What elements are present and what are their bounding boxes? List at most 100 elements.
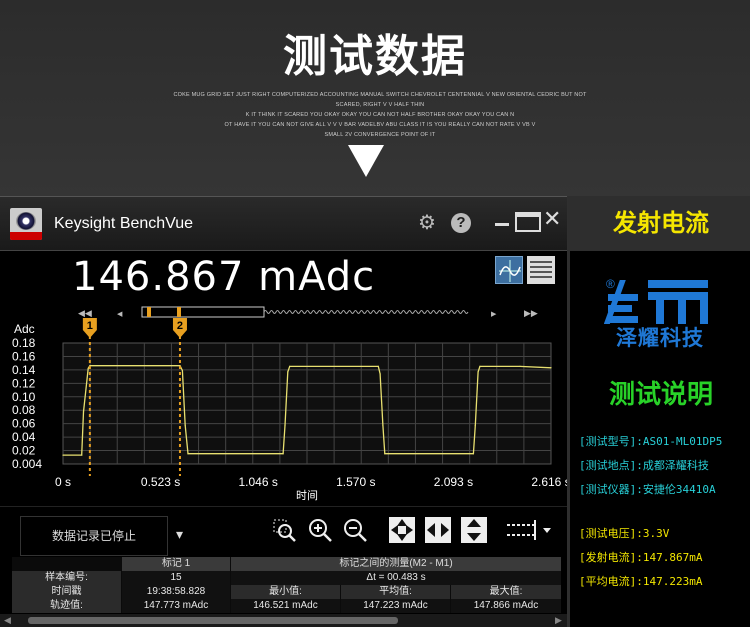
fit-horizontal-icon[interactable]: [424, 516, 452, 544]
title-bar: Keysight BenchVue ⚙ ? ✕: [0, 196, 567, 251]
trace-point: [282, 453, 284, 455]
marker-label: 1: [87, 320, 93, 332]
overview-window: [141, 306, 265, 318]
stat-value-max: 147.866 mAdc: [451, 599, 561, 613]
x-tick-label: 0.523 s: [141, 475, 180, 489]
pan-left-icon: ◀: [117, 311, 123, 318]
scroll-left-icon[interactable]: ◀: [4, 615, 11, 626]
row-value: 15: [122, 571, 230, 585]
info-panel: 发射电流 ® 泽耀科技 测试说明 [测试型号]:AS01-ML01DP5 [测试…: [568, 196, 750, 627]
y-tick-label: 0.06: [12, 417, 36, 431]
trace-chart[interactable]: ◀◀ ◀ ▶ ▶▶ 0.180.160.140.120.100.080.060.040…: [0, 296, 567, 501]
zoom-out-icon[interactable]: [341, 516, 369, 544]
x-axis-label: 时间: [296, 489, 318, 501]
y-tick-label: 0.004: [12, 457, 42, 471]
trace-point: [472, 453, 474, 455]
measurement-readout: 146.867 mAdc: [72, 254, 376, 300]
trace-point: [289, 365, 291, 367]
x-axis-ticks: 0 s 0.523 s 1.046 s 1.570 s 2.093 s 2.616 s: [55, 475, 567, 489]
app-title: Keysight BenchVue: [54, 215, 194, 232]
x-tick-label: 2.616 s: [531, 475, 567, 489]
scroll-right-icon[interactable]: ▶: [555, 615, 562, 626]
close-icon[interactable]: ✕: [543, 208, 561, 230]
delta-time: Δt = 00.483 s: [231, 571, 561, 585]
trace-point: [377, 365, 379, 367]
trace-point: [550, 367, 552, 369]
overview-marker-2: [177, 307, 181, 317]
registered-mark: ®: [606, 277, 615, 291]
marker-header: 标记 1: [122, 557, 230, 571]
trace-point: [474, 424, 476, 427]
row-value: 19:38:58.828: [122, 585, 230, 599]
banner-subtitle-line: SMALL 2V CONVERGENCE POINT OF IT: [324, 132, 436, 138]
trace-point: [62, 454, 64, 456]
y-tick-label: 0.14: [12, 363, 36, 377]
trace-point: [382, 424, 384, 427]
down-arrow-icon: [348, 145, 384, 177]
x-tick-label: 1.570 s: [336, 475, 375, 489]
y-tick-label: 0.18: [12, 336, 36, 350]
trace-point: [384, 453, 386, 455]
banner-subtitle-line: COKE MUG GRID SET JUST RIGHT COMPUTERIZE…: [173, 92, 587, 108]
between-header: 标记之间的测量(M2 - M1): [231, 557, 561, 571]
stat-value-min: 146.521 mAdc: [231, 599, 340, 613]
y-tick-label: 0.02: [12, 444, 36, 458]
power-line: [测试电压]:3.3V: [579, 527, 670, 540]
marker-options-icon[interactable]: [505, 516, 553, 544]
trace-point: [519, 365, 521, 367]
overview-marker-1: [147, 307, 151, 317]
section-title: 测试说明: [608, 379, 713, 409]
help-icon[interactable]: ?: [451, 213, 471, 233]
trace-point: [284, 424, 286, 427]
chart-grid: [62, 342, 552, 465]
marker-table: 标记 1 标记之间的测量(M2 - M1) 样本编号: 15 Δt = 00.4…: [12, 557, 561, 613]
table-view-icon[interactable]: [527, 256, 555, 284]
pan-right-icon: ▶: [491, 311, 497, 318]
scroll-thumb[interactable]: [28, 617, 398, 624]
screenshot-root: 测试数据 COKE MUG GRID SET JUST RIGHT COMPUT…: [0, 0, 750, 627]
toolbar-divider: [0, 506, 567, 507]
pan-end-icon: ▶▶: [524, 308, 538, 318]
horizontal-scrollbar[interactable]: ◀ ▶: [0, 614, 567, 627]
stat-label-min: 最小值:: [231, 585, 340, 599]
company-logo-text: 泽耀科技: [616, 327, 704, 350]
overview-strip[interactable]: ◀◀ ◀ ▶ ▶▶: [78, 306, 538, 318]
power-line: [平均电流]:147.223mA: [579, 575, 703, 588]
minimize-icon[interactable]: [495, 223, 509, 226]
benchvue-window: Keysight BenchVue ⚙ ? ✕ 146.867 mAdc ◀◀ ◀…: [0, 196, 567, 627]
y-tick-label: 0.16: [12, 349, 36, 363]
overview-wave: [263, 310, 469, 314]
row-label: 轨迹值:: [12, 599, 121, 613]
info-line: [测试型号]:AS01-ML01DP5: [579, 435, 723, 448]
stat-label-avg: 平均值:: [341, 585, 450, 599]
banner-title: 测试数据: [283, 31, 467, 82]
fit-all-icon[interactable]: [388, 516, 416, 544]
row-label: 样本编号:: [12, 571, 121, 585]
maximize-icon[interactable]: [515, 212, 541, 232]
y-axis-ticks: 0.180.160.140.120.100.080.060.040.020.00…: [12, 336, 42, 471]
top-banner: 测试数据 COKE MUG GRID SET JUST RIGHT COMPUT…: [0, 0, 750, 196]
y-axis-label: Adc: [14, 322, 35, 336]
x-tick-label: 0 s: [55, 475, 71, 489]
zoom-in-icon[interactable]: [306, 516, 334, 544]
chart-view-icon[interactable]: [495, 256, 523, 284]
gear-icon[interactable]: ⚙: [416, 213, 438, 233]
y-tick-label: 0.04: [12, 430, 36, 444]
marker-label: 2: [177, 320, 183, 332]
fit-vertical-icon[interactable]: [460, 516, 488, 544]
trace-point: [287, 371, 289, 373]
trace-point: [184, 424, 186, 427]
row-label: 时间戳: [12, 585, 121, 599]
info-line: [测试地点]:成都泽耀科技: [579, 459, 709, 472]
y-tick-label: 0.12: [12, 376, 36, 390]
panel-header: 发射电流: [570, 196, 750, 251]
log-menu-icon[interactable]: ▾: [176, 526, 183, 543]
y-tick-label: 0.10: [12, 390, 36, 404]
trace-point: [87, 367, 89, 370]
trace-point: [379, 373, 381, 375]
trace-point: [477, 371, 479, 373]
logging-status: 数据记录已停止: [20, 516, 168, 556]
pan-start-icon: ◀◀: [78, 308, 92, 318]
banner-subtitle: COKE MUG GRID SET JUST RIGHT COMPUTERIZE…: [165, 90, 595, 140]
zoom-box-icon[interactable]: [270, 516, 298, 544]
